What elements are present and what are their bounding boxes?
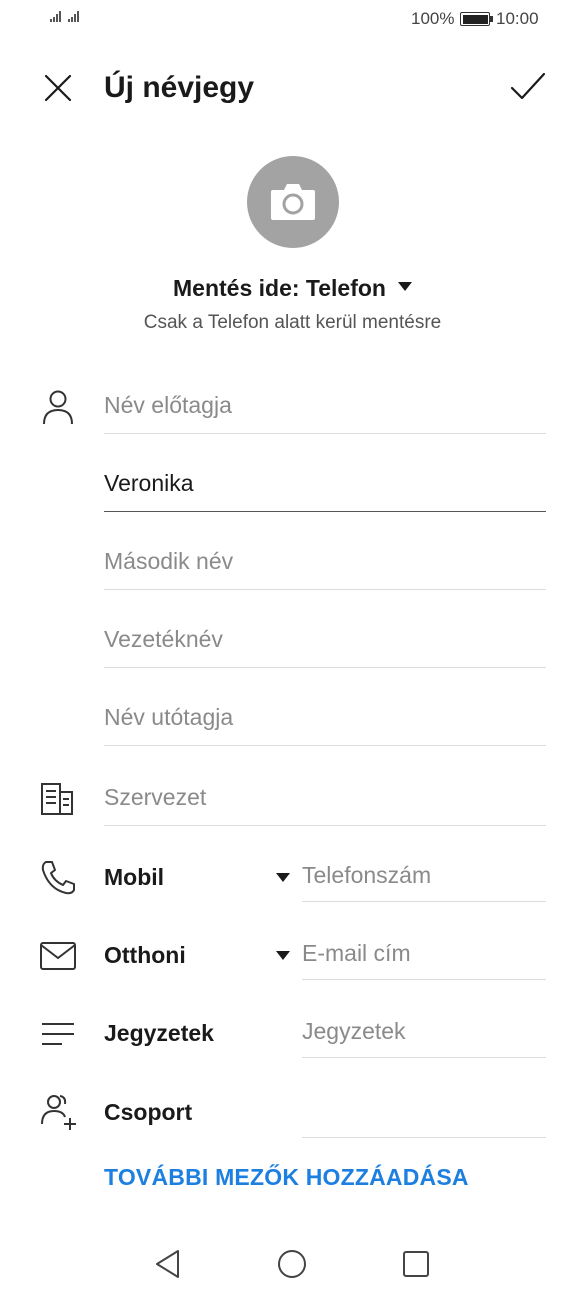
group-field[interactable] bbox=[302, 1088, 546, 1138]
recents-nav-button[interactable] bbox=[396, 1244, 436, 1284]
add-more-fields-button[interactable]: TOVÁBBI MEZŐK HOZZÁADÁSA bbox=[104, 1162, 469, 1192]
email-type-dropdown-icon[interactable] bbox=[276, 951, 290, 960]
notes-field[interactable]: Jegyzetek bbox=[302, 1008, 546, 1058]
check-icon bbox=[510, 72, 546, 100]
camera-icon bbox=[271, 184, 315, 220]
page-title: Új névjegy bbox=[104, 71, 255, 104]
first-name-field[interactable]: Veronika bbox=[104, 456, 546, 512]
new-contact-screen: 100% 10:00 Új névjegy Mentés ide: Telefo… bbox=[0, 0, 585, 1300]
notes-label: Jegyzetek bbox=[104, 1020, 214, 1046]
phone-type-label[interactable]: Mobil bbox=[104, 862, 164, 892]
person-icon bbox=[43, 390, 73, 425]
account-selector-subtitle: Csak a Telefon alatt kerül mentésre bbox=[143, 312, 442, 333]
battery-tip bbox=[490, 16, 493, 22]
phone-type-dropdown-icon[interactable] bbox=[276, 873, 290, 882]
group-label[interactable]: Csoport bbox=[104, 1097, 192, 1127]
status-bar: 100% 10:00 bbox=[0, 0, 585, 40]
signal-icon bbox=[68, 10, 79, 22]
phone-icon bbox=[41, 861, 75, 895]
middle-name-field[interactable]: Második név bbox=[104, 534, 546, 590]
status-time: 10:00 bbox=[496, 9, 539, 28]
close-icon bbox=[44, 74, 72, 102]
last-name-field[interactable]: Vezetéknév bbox=[104, 612, 546, 668]
battery-icon bbox=[460, 12, 490, 26]
organization-icon bbox=[41, 783, 73, 815]
account-selector[interactable]: Mentés ide: Telefon bbox=[0, 272, 585, 304]
mail-icon bbox=[40, 942, 76, 970]
account-selector-label: Mentés ide: Telefon bbox=[173, 275, 386, 301]
add-group-icon bbox=[41, 1095, 76, 1130]
save-contact-button[interactable] bbox=[504, 64, 550, 110]
notes-icon bbox=[42, 1023, 74, 1045]
back-nav-button[interactable] bbox=[150, 1244, 190, 1284]
name-prefix-field[interactable]: Név előtagja bbox=[104, 378, 546, 434]
organization-field[interactable]: Szervezet bbox=[104, 770, 546, 826]
email-type-label[interactable]: Otthoni bbox=[104, 940, 186, 970]
battery-percent: 100% bbox=[411, 9, 455, 28]
signal-icon bbox=[50, 10, 61, 22]
close-button[interactable] bbox=[36, 66, 80, 110]
add-photo-button[interactable] bbox=[247, 156, 339, 248]
email-field[interactable]: E-mail cím bbox=[302, 930, 546, 980]
home-nav-button[interactable] bbox=[272, 1244, 312, 1284]
phone-number-field[interactable]: Telefonszám bbox=[302, 852, 546, 902]
dropdown-arrow-icon bbox=[398, 282, 412, 292]
name-suffix-field[interactable]: Név utótagja bbox=[104, 690, 546, 746]
